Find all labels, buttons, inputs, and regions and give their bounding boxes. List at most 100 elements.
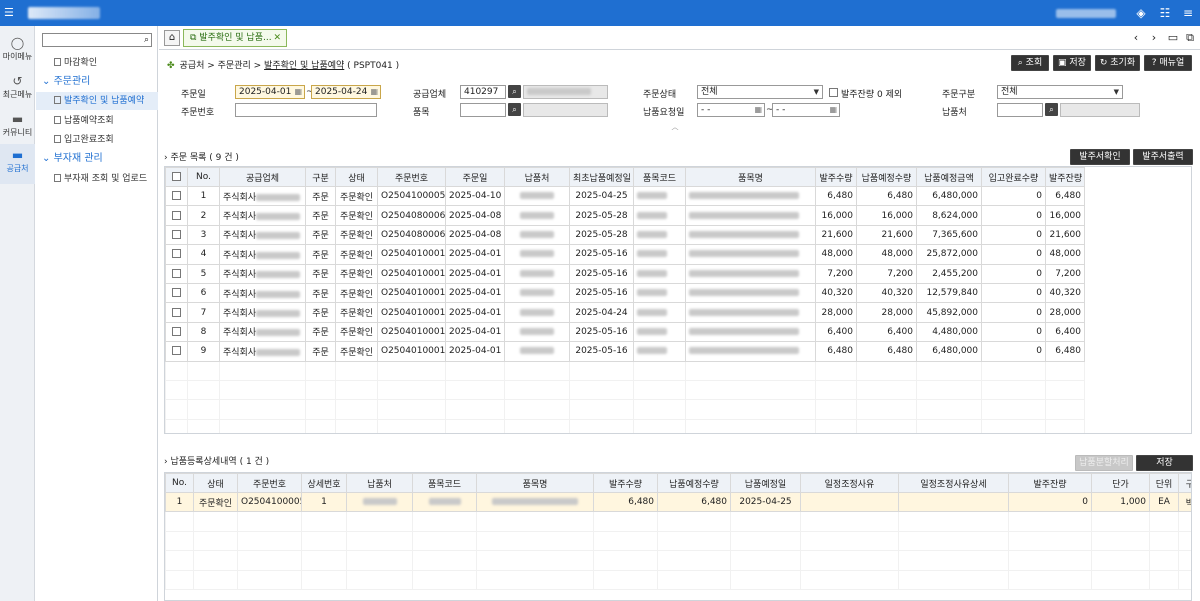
- row-checkbox[interactable]: [172, 346, 181, 356]
- table-row[interactable]: 2 주식회사 주문 주문확인 O2504080006 2025-04-08 2025-05-…: [165, 205, 1085, 226]
- reset-button[interactable]: ↻ 초기화: [1095, 55, 1140, 71]
- chevron-left-icon[interactable]: ‹: [1129, 31, 1143, 45]
- delivery-date-to[interactable]: - - ▦: [772, 103, 840, 117]
- column-header[interactable]: 발주잔량: [1045, 167, 1085, 187]
- save-button[interactable]: ▣ 저장: [1053, 55, 1091, 71]
- nav-item-materials-upload[interactable]: 부자재 조회 및 업로드: [36, 170, 158, 188]
- calendar-icon[interactable]: ▦: [829, 104, 837, 116]
- sidebar-item-supplier[interactable]: ▬ 공급처: [0, 144, 35, 184]
- column-header[interactable]: 단가: [1091, 473, 1150, 493]
- row-select-cell[interactable]: [165, 185, 188, 207]
- column-header[interactable]: 주문번호: [377, 167, 446, 187]
- order-type-select[interactable]: 전체 ▼: [997, 85, 1123, 99]
- manual-button[interactable]: ? 매뉴얼: [1144, 55, 1192, 71]
- order-date-from[interactable]: 2025-04-01 ▦: [235, 85, 305, 99]
- layers-icon[interactable]: ◈: [1133, 5, 1149, 21]
- column-header[interactable]: 주문번호: [237, 473, 302, 493]
- po-print-button[interactable]: 발주서출력: [1133, 149, 1193, 165]
- item-code-input[interactable]: [460, 103, 506, 117]
- search-button[interactable]: ⌕ 조회: [1011, 55, 1049, 71]
- table-row[interactable]: 9 주식회사 주문 주문확인 O2504010001 2025-04-01 2025-05-…: [165, 341, 1085, 362]
- table-row[interactable]: 8 주식회사 주문 주문확인 O2504010001 2025-04-01 2025-05-…: [165, 321, 1085, 343]
- user-info[interactable]: [1056, 9, 1116, 18]
- column-header[interactable]: 입고완료수량: [981, 167, 1046, 187]
- row-select-cell[interactable]: [165, 321, 188, 343]
- nav-item-receipt-inquiry[interactable]: 입고완료조회: [36, 131, 158, 149]
- table-row[interactable]: 3 주식회사 주문 주문확인 O2504080006 2025-04-08 2025-05-…: [165, 224, 1085, 246]
- search-icon[interactable]: ⌕: [508, 103, 521, 116]
- list-icon[interactable]: ☷: [1157, 5, 1173, 21]
- exclude-zero-checkbox[interactable]: [829, 88, 838, 97]
- row-select-cell[interactable]: [165, 263, 188, 284]
- row-checkbox[interactable]: [172, 288, 181, 298]
- restore-icon[interactable]: ⧉: [1183, 31, 1197, 45]
- column-header[interactable]: 품목코드: [633, 167, 686, 187]
- column-header[interactable]: 품목명: [685, 167, 816, 187]
- row-checkbox[interactable]: [172, 307, 181, 317]
- sidebar-item-community[interactable]: ▬ 커뮤니티: [0, 108, 35, 148]
- column-header[interactable]: No.: [165, 473, 194, 493]
- menu-icon[interactable]: ☰: [4, 6, 16, 20]
- row-checkbox[interactable]: [172, 229, 181, 239]
- column-header[interactable]: 공급업체: [219, 167, 306, 187]
- row-checkbox[interactable]: [172, 191, 181, 201]
- close-icon[interactable]: ✕: [273, 30, 281, 46]
- table-row[interactable]: 1 주문확인 O2504100005 1 6,480 6,480 2025-04-25 0 1,…: [165, 491, 1191, 513]
- column-header[interactable]: 일정조정사유: [800, 473, 899, 493]
- table-row[interactable]: 6 주식회사 주문 주문확인 O2504010001 2025-04-01 2025-05-…: [165, 282, 1085, 304]
- column-header[interactable]: 발주잔량: [1008, 473, 1092, 493]
- column-header[interactable]: 발주수량: [593, 473, 658, 493]
- column-header[interactable]: 상세번호: [301, 473, 347, 493]
- hamburger-icon[interactable]: ≡: [1180, 5, 1196, 21]
- column-header[interactable]: 상태: [193, 473, 238, 493]
- column-header[interactable]: 구분: [305, 167, 336, 187]
- calendar-icon[interactable]: ▦: [294, 86, 302, 98]
- column-header[interactable]: 주문일: [445, 167, 505, 187]
- nav-item-po-confirm[interactable]: 발주확인 및 납품예약: [36, 92, 158, 110]
- table-row[interactable]: 5 주식회사 주문 주문확인 O2504010001 2025-04-01 2025-05-…: [165, 263, 1085, 284]
- search-icon[interactable]: ⌕: [144, 34, 149, 46]
- order-date-to[interactable]: 2025-04-24 ▦: [311, 85, 381, 99]
- table-row[interactable]: 4 주식회사 주문 주문확인 O2504010001 2025-04-01 2025-05-…: [165, 244, 1085, 265]
- row-select-cell[interactable]: [165, 205, 188, 226]
- row-select-cell[interactable]: [165, 244, 188, 265]
- nav-item-delivery-inquiry[interactable]: 납품예약조회: [36, 112, 158, 130]
- table-row[interactable]: 1 주식회사 주문 주문확인 O2504100005 2025-04-10 2025-04-…: [165, 185, 1085, 207]
- column-header[interactable]: No.: [187, 167, 220, 187]
- nav-group-order[interactable]: ⌄ 주문관리: [36, 73, 158, 91]
- split-delivery-button[interactable]: 납품분할처리: [1075, 455, 1133, 471]
- column-header[interactable]: 납품예정수량: [856, 167, 917, 187]
- row-select-cell[interactable]: [165, 302, 188, 323]
- column-header[interactable]: 품목코드: [412, 473, 477, 493]
- collapse-toggle-icon[interactable]: ︿: [667, 123, 683, 131]
- sidebar-item-recent[interactable]: ↺ 최근메뉴: [0, 70, 35, 110]
- supplier-code-input[interactable]: 410297: [460, 85, 506, 99]
- column-header[interactable]: 납품예정수량: [657, 473, 731, 493]
- home-icon[interactable]: ⌂: [164, 30, 180, 46]
- row-checkbox[interactable]: [172, 326, 181, 336]
- column-header[interactable]: 일정조정사유상세: [898, 473, 1009, 493]
- detail-save-button[interactable]: 저장: [1136, 455, 1193, 471]
- window-icon[interactable]: ▭: [1166, 31, 1180, 45]
- row-checkbox[interactable]: [172, 268, 181, 278]
- column-header[interactable]: 납품예정일: [730, 473, 801, 493]
- column-header[interactable]: 단위: [1149, 473, 1179, 493]
- row-checkbox[interactable]: [172, 210, 181, 220]
- nav-item-closing[interactable]: 마감확인: [36, 54, 158, 72]
- chevron-right-icon[interactable]: ›: [1147, 31, 1161, 45]
- column-header[interactable]: 납품예정금액: [916, 167, 982, 187]
- po-confirm-button[interactable]: 발주서확인: [1070, 149, 1130, 165]
- menu-search-input[interactable]: ⌕: [42, 33, 152, 47]
- order-no-input[interactable]: [235, 103, 377, 117]
- order-status-select[interactable]: 전체 ▼: [697, 85, 823, 99]
- row-select-cell[interactable]: [165, 224, 188, 246]
- row-checkbox[interactable]: [172, 249, 181, 259]
- column-header[interactable]: 발주수량: [815, 167, 857, 187]
- column-header[interactable]: 품목명: [476, 473, 594, 493]
- select-all-checkbox[interactable]: [172, 172, 181, 181]
- table-row[interactable]: 7 주식회사 주문 주문확인 O2504010001 2025-04-01 2025-04-…: [165, 302, 1085, 323]
- search-icon[interactable]: ⌕: [1045, 103, 1058, 116]
- column-header[interactable]: 납품처: [504, 167, 570, 187]
- row-select-cell[interactable]: [165, 282, 188, 304]
- search-icon[interactable]: ⌕: [508, 85, 521, 98]
